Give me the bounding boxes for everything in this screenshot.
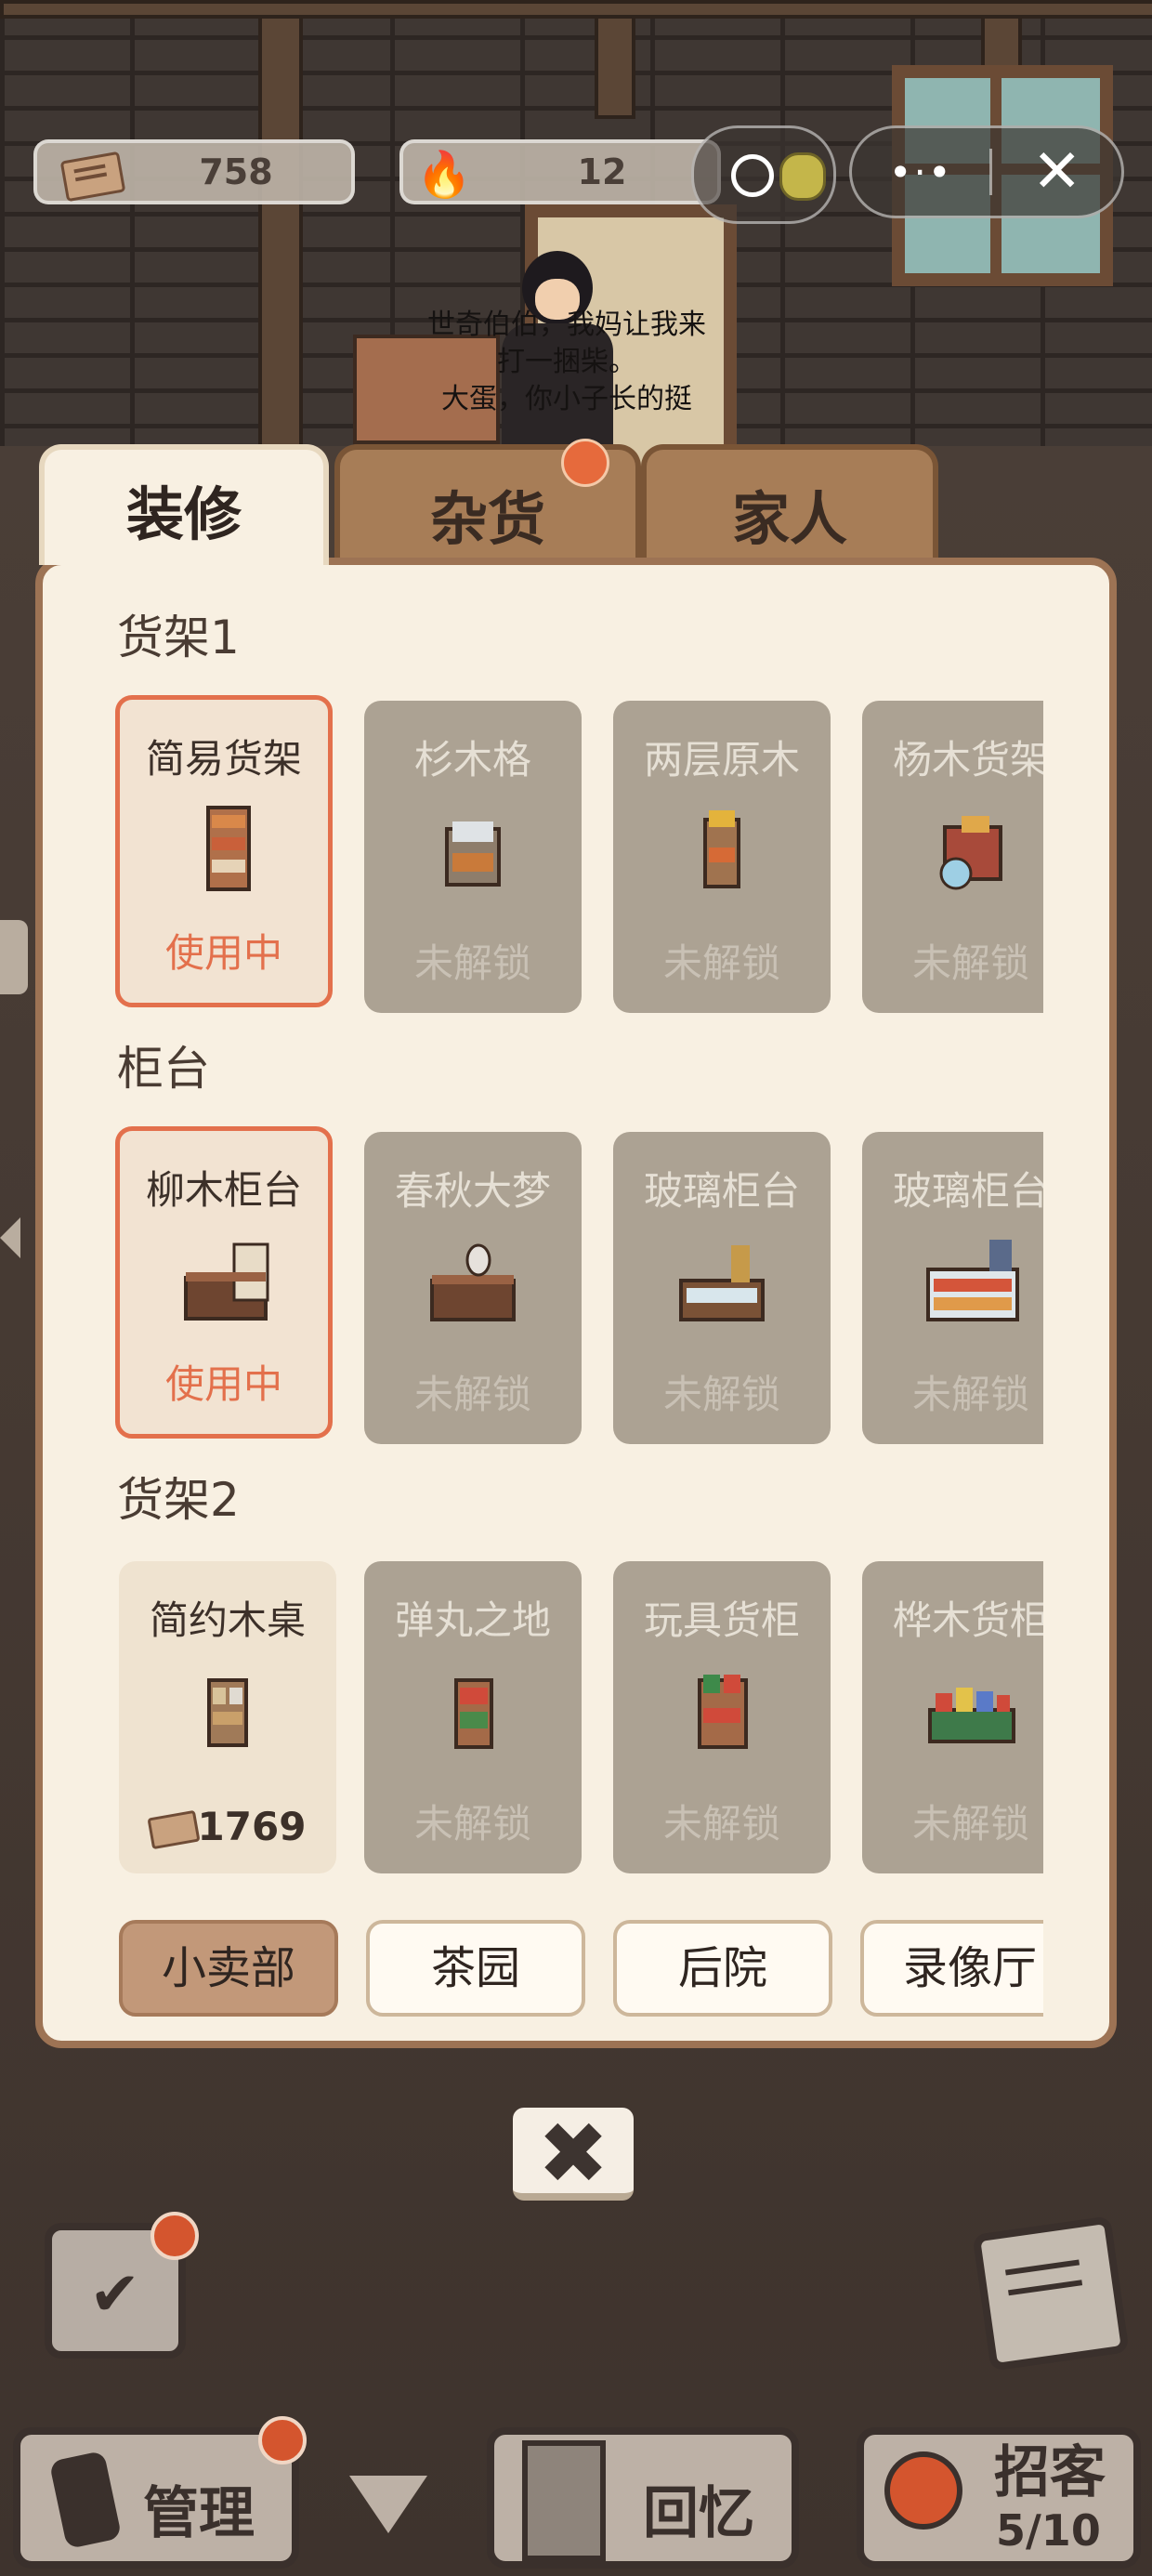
shelf-icon bbox=[939, 816, 1002, 890]
item-card[interactable]: 柳木柜台 使用中 bbox=[115, 1126, 333, 1439]
side-arrow-icon[interactable] bbox=[0, 1217, 20, 1258]
fire-value: 12 bbox=[577, 151, 627, 192]
item-card[interactable]: 玩具货柜 未解锁 bbox=[613, 1561, 831, 1873]
item-card[interactable]: 杉木格 未解锁 bbox=[364, 701, 582, 1013]
more-icon[interactable]: •·• bbox=[852, 150, 989, 195]
shelf-icon bbox=[703, 810, 740, 888]
item-name: 春秋大梦 bbox=[394, 1168, 551, 1214]
item-status: 使用中 bbox=[164, 1361, 282, 1407]
location-store[interactable]: 小卖部 bbox=[119, 1920, 338, 2017]
money-icon bbox=[146, 1809, 201, 1849]
money-value: 758 bbox=[199, 151, 273, 192]
item-status: 未解锁 bbox=[662, 1372, 780, 1417]
section-title-counter: 柜台 bbox=[117, 1042, 210, 1096]
invite-label: 招客 bbox=[994, 2440, 1106, 2505]
item-card[interactable]: 弹丸之地 未解锁 bbox=[364, 1561, 582, 1873]
item-card[interactable]: 玻璃柜台 未解锁 bbox=[613, 1132, 831, 1444]
item-status: 未解锁 bbox=[413, 940, 531, 986]
close-panel-button[interactable]: ✖ bbox=[513, 2108, 634, 2201]
item-name: 柳木柜台 bbox=[145, 1167, 302, 1213]
tab-family[interactable]: 家人 bbox=[641, 444, 938, 565]
wood-beam bbox=[258, 0, 303, 491]
item-card[interactable]: 简约木桌 1769 bbox=[119, 1561, 336, 1873]
notepad-icon[interactable] bbox=[972, 2215, 1130, 2372]
item-price-value: 1769 bbox=[197, 1804, 307, 1849]
counter-icon bbox=[926, 1240, 1019, 1321]
item-card[interactable]: 简易货架 使用中 bbox=[115, 695, 333, 1007]
coin-icon bbox=[779, 152, 826, 201]
item-card[interactable]: 玻璃柜台 未解锁 bbox=[862, 1132, 1043, 1444]
money-counter: 758 bbox=[33, 139, 355, 204]
item-name: 简约木桌 bbox=[149, 1597, 306, 1643]
item-status: 未解锁 bbox=[662, 940, 780, 986]
invite-count: 5/10 bbox=[996, 2505, 1101, 2556]
section-title-shelf2: 货架2 bbox=[117, 1473, 240, 1527]
table-icon bbox=[454, 1678, 493, 1749]
item-card[interactable]: 两层原木 未解锁 bbox=[613, 701, 831, 1013]
location-tea-garden[interactable]: 茶园 bbox=[366, 1920, 585, 2017]
notification-dot bbox=[561, 439, 609, 487]
item-name: 桦木货柜 bbox=[892, 1597, 1043, 1643]
counter-icon bbox=[430, 1243, 516, 1321]
item-name: 弹丸之地 bbox=[394, 1597, 551, 1643]
npc-speech: 世奇伯伯，我妈让我来 打一捆柴。 大蛋，你小子长的挺 bbox=[353, 307, 780, 418]
item-status: 未解锁 bbox=[911, 1801, 1029, 1847]
fire-icon: 🔥 bbox=[416, 149, 472, 201]
item-status: 未解锁 bbox=[662, 1801, 780, 1847]
rattle-drum-icon bbox=[884, 2451, 962, 2530]
fire-counter: 🔥 12 bbox=[399, 139, 721, 204]
item-name: 杨木货架 bbox=[892, 737, 1043, 782]
item-status: 未解锁 bbox=[911, 1372, 1029, 1417]
manage-button[interactable]: 管理 bbox=[13, 2427, 299, 2569]
table-icon bbox=[207, 1678, 248, 1747]
item-card[interactable]: 桦木货柜 未解锁 bbox=[862, 1561, 1043, 1873]
item-name: 玩具货柜 bbox=[643, 1597, 800, 1643]
tab-decorate[interactable]: 装修 bbox=[39, 444, 329, 565]
item-name: 玻璃柜台 bbox=[892, 1168, 1043, 1214]
pacman-icon bbox=[731, 154, 774, 197]
memory-label: 回忆 bbox=[643, 2481, 754, 2546]
notification-dot bbox=[258, 2416, 307, 2464]
location-backyard[interactable]: 后院 bbox=[613, 1920, 832, 2017]
shelf-icon bbox=[445, 821, 501, 887]
memory-button[interactable]: 回忆 bbox=[487, 2427, 799, 2569]
ceiling-beam bbox=[0, 0, 1152, 19]
film-icon bbox=[522, 2440, 606, 2561]
side-drawer-handle[interactable] bbox=[0, 920, 28, 994]
speech-line: 大蛋，你小子长的挺 bbox=[441, 383, 692, 415]
chevron-down-icon[interactable] bbox=[349, 2476, 427, 2533]
item-card[interactable]: 杨木货架 未解锁 bbox=[862, 701, 1043, 1013]
item-status: 未解锁 bbox=[413, 1372, 531, 1417]
miniprogram-capsule: •·• ✕ bbox=[849, 125, 1124, 218]
item-status: 未解锁 bbox=[413, 1801, 531, 1847]
item-price: 1769 bbox=[119, 1804, 336, 1849]
counter-icon bbox=[679, 1245, 765, 1321]
speech-line: 打一捆柴。 bbox=[497, 346, 636, 378]
item-status: 未解锁 bbox=[911, 940, 1029, 986]
manage-label: 管理 bbox=[143, 2481, 255, 2546]
item-name: 简易货架 bbox=[145, 736, 302, 782]
invite-customers-button[interactable]: 招客 5/10 bbox=[857, 2427, 1141, 2569]
mini-game-button[interactable] bbox=[691, 125, 836, 224]
item-name: 玻璃柜台 bbox=[643, 1168, 800, 1214]
close-icon[interactable]: ✕ bbox=[992, 142, 1121, 202]
item-name: 两层原木 bbox=[643, 737, 800, 782]
decoration-panel: 货架1 简易货架 使用中 杉木格 未解锁 两层原木 未解锁 杨木货架 未解锁 柜… bbox=[35, 558, 1117, 2048]
panel-scroll-area[interactable]: 货架1 简易货架 使用中 杉木格 未解锁 两层原木 未解锁 杨木货架 未解锁 柜… bbox=[43, 565, 1043, 2041]
checkmark-icon: ✔ bbox=[89, 2258, 141, 2330]
item-card[interactable]: 春秋大梦 未解锁 bbox=[364, 1132, 582, 1444]
toy-cabinet-icon bbox=[698, 1675, 748, 1749]
money-icon bbox=[59, 151, 126, 203]
toy-cabinet-icon bbox=[928, 1688, 1015, 1743]
section-title-shelf1: 货架1 bbox=[117, 611, 240, 664]
phone-hammer-icon bbox=[48, 2450, 123, 2550]
notification-dot bbox=[151, 2212, 199, 2260]
item-name: 杉木格 bbox=[413, 737, 531, 782]
item-status: 使用中 bbox=[164, 930, 282, 976]
speech-line: 世奇伯伯，我妈让我来 bbox=[427, 309, 706, 341]
counter-icon bbox=[184, 1242, 269, 1321]
shelf-icon bbox=[206, 806, 251, 891]
location-video-hall[interactable]: 录像厅 bbox=[860, 1920, 1043, 2017]
